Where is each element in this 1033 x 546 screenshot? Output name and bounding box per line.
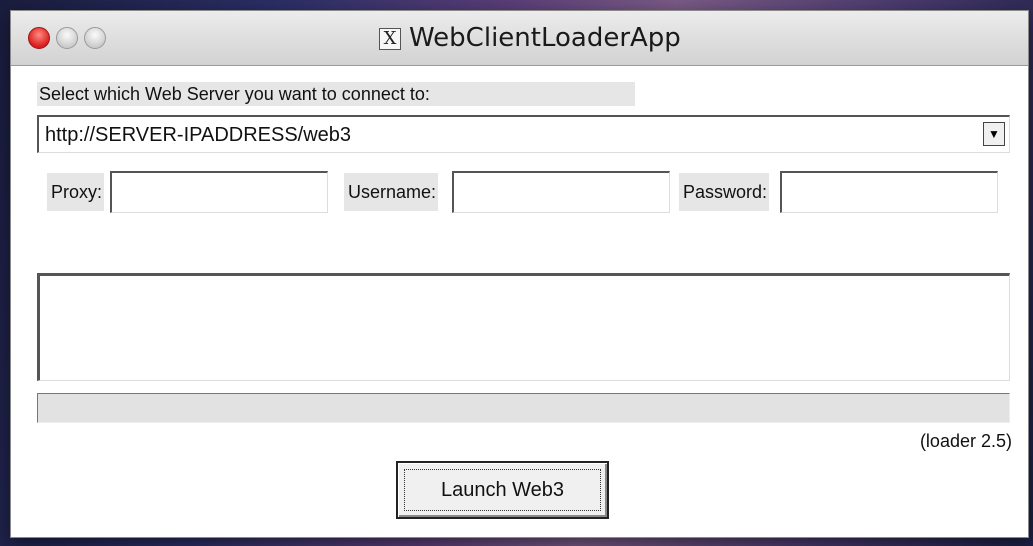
version-label: (loader 2.5) (919, 431, 1012, 451)
username-input[interactable] (452, 171, 670, 213)
password-label: Password: (679, 173, 770, 211)
x11-icon: X (379, 28, 401, 50)
progress-bar (37, 393, 1010, 423)
server-select-value: http://SERVER-IPADDRESS/web3 (45, 124, 352, 146)
window-title: WebClientLoaderApp (409, 23, 681, 53)
launch-button[interactable]: Launch Web3 (396, 461, 609, 519)
title-bar[interactable]: X WebClientLoaderApp (11, 11, 1028, 66)
dropdown-arrow-icon[interactable]: ▼ (983, 122, 1005, 146)
proxy-label: Proxy: (47, 173, 105, 211)
proxy-input[interactable] (110, 171, 328, 213)
log-textarea[interactable] (37, 273, 1010, 381)
password-input[interactable] (780, 171, 998, 213)
minimize-window-button[interactable] (56, 27, 78, 49)
server-prompt-label: Select which Web Server you want to conn… (37, 82, 635, 106)
app-window: X WebClientLoaderApp Select which Web Se… (10, 10, 1029, 538)
username-label: Username: (344, 173, 439, 211)
close-window-button[interactable] (28, 27, 50, 49)
server-select[interactable]: http://SERVER-IPADDRESS/web3 ▼ (37, 115, 1010, 153)
zoom-window-button[interactable] (84, 27, 106, 49)
